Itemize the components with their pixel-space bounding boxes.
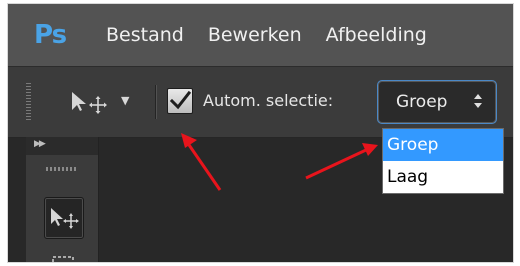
- auto-select-target-select[interactable]: Groep: [378, 81, 496, 123]
- marquee-tool-icon[interactable]: [51, 255, 75, 262]
- separator: [155, 85, 156, 119]
- move-tool-button[interactable]: [44, 197, 84, 239]
- move-tool-icon: [51, 208, 79, 229]
- collapse-panel-icon[interactable]: ▶▶: [34, 139, 46, 149]
- tool-preset-picker[interactable]: [68, 89, 118, 115]
- menu-bewerken[interactable]: Bewerken: [208, 24, 302, 46]
- tools-panel-header: ▶▶: [26, 137, 98, 155]
- checkmark-icon: [169, 90, 192, 110]
- option-laag[interactable]: Laag: [383, 161, 503, 193]
- menu-bar: Ps Bestand Bewerken Afbeelding: [8, 4, 513, 66]
- select-dropdown-list: Groep Laag: [382, 128, 504, 194]
- option-groep[interactable]: Groep: [383, 129, 503, 161]
- auto-select-checkbox[interactable]: [167, 88, 193, 114]
- updown-chevron-icon: [474, 94, 482, 108]
- chevron-down-icon[interactable]: ▼: [121, 91, 135, 111]
- move-tool-icon: [72, 92, 107, 114]
- tools-panel-grip[interactable]: [46, 167, 78, 171]
- photoshop-logo: Ps: [34, 20, 67, 50]
- menu-afbeelding[interactable]: Afbeelding: [326, 24, 427, 46]
- menu-bestand[interactable]: Bestand: [106, 24, 184, 46]
- options-bar-grip[interactable]: [26, 83, 31, 121]
- select-value: Groep: [396, 92, 448, 112]
- auto-select-label: Autom. selectie:: [203, 91, 334, 110]
- tools-panel: ▶▶: [26, 137, 99, 262]
- photoshop-window: Ps Bestand Bewerken Afbeelding ▼ Autom. …: [8, 4, 513, 262]
